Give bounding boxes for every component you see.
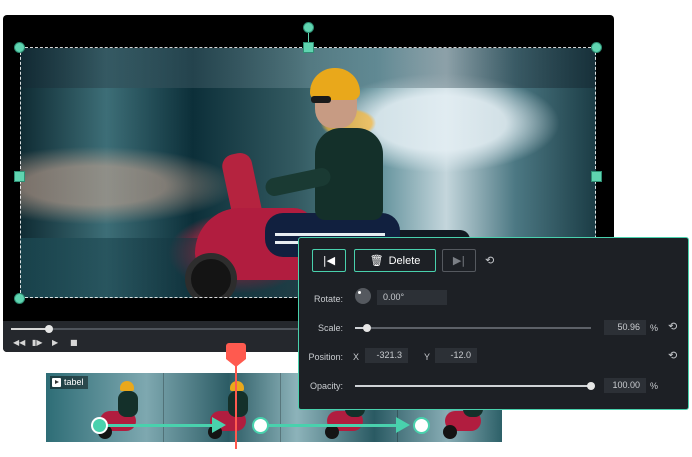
keyframe-motion-path — [106, 424, 216, 427]
trash-icon: 🗑 — [369, 254, 384, 267]
clip-label: tabel — [50, 376, 88, 389]
prev-keyframe-button[interactable]: |◀ — [312, 249, 346, 272]
scale-label: Scale: — [317, 323, 343, 333]
resize-handle-top-left[interactable] — [14, 42, 25, 53]
playhead-handle[interactable] — [226, 343, 246, 367]
prev-keyframe-icon: |◀ — [322, 254, 336, 267]
scrub-progress — [11, 328, 47, 330]
step-frame-icon[interactable]: ▮▶ — [32, 338, 43, 348]
stop-icon[interactable]: ■ — [70, 338, 78, 348]
position-x-label: X — [353, 352, 360, 362]
resize-handle-left[interactable] — [14, 171, 25, 182]
scale-unit: % — [650, 323, 659, 333]
thumbnail-divider — [280, 373, 281, 442]
keyframe-motion-path — [268, 424, 398, 427]
resize-handle-top[interactable] — [303, 42, 314, 53]
next-keyframe-icon: ▶| — [452, 254, 466, 267]
scale-field[interactable]: 50.96 — [604, 320, 646, 335]
opacity-slider-fill — [355, 385, 591, 387]
rotate-handle[interactable] — [303, 22, 314, 33]
keyframe-node[interactable] — [413, 417, 430, 434]
prev-frame-icon[interactable]: ◀◀ — [13, 338, 25, 348]
opacity-slider-handle[interactable] — [587, 382, 595, 390]
resize-handle-right[interactable] — [591, 171, 602, 182]
opacity-slider[interactable] — [355, 382, 595, 390]
scale-slider-handle[interactable] — [362, 324, 371, 332]
position-y-label: Y — [424, 352, 431, 362]
video-clip-icon — [52, 378, 61, 387]
resize-handle-top-right[interactable] — [591, 42, 602, 53]
opacity-label: Opacity: — [309, 381, 343, 391]
rotate-dial[interactable] — [355, 288, 371, 304]
delete-label: Delete — [388, 254, 421, 267]
scrub-bar[interactable] — [11, 325, 301, 333]
scale-slider[interactable] — [355, 324, 591, 332]
reset-position-icon[interactable]: ⟲ — [668, 350, 677, 361]
resize-handle-bottom-left[interactable] — [14, 293, 25, 304]
motion-arrow-icon — [396, 417, 410, 433]
opacity-field[interactable]: 100.00 — [604, 378, 646, 393]
playhead-line — [235, 356, 237, 449]
position-label: Position: — [308, 352, 343, 362]
rotate-label: Rotate: — [313, 294, 343, 304]
opacity-unit: % — [650, 381, 659, 391]
play-icon[interactable]: ▶ — [52, 338, 58, 348]
reset-scale-icon[interactable]: ⟲ — [668, 321, 677, 332]
position-y-field[interactable]: -12.0 — [435, 348, 477, 363]
delete-keyframe-button[interactable]: 🗑 Delete — [354, 249, 436, 272]
scrub-handle[interactable] — [45, 325, 53, 333]
keyframe-node[interactable] — [252, 417, 269, 434]
position-x-field[interactable]: -321.3 — [365, 348, 408, 363]
keyframe-properties-panel: |◀ 🗑 Delete ▶| ⟲ Rotate: 0.00° Scale: 50… — [298, 237, 689, 410]
next-keyframe-button[interactable]: ▶| — [442, 249, 476, 272]
thumbnail-divider — [163, 373, 164, 442]
keyframe-node[interactable] — [91, 417, 108, 434]
motion-arrow-icon — [212, 417, 226, 433]
clip-name: tabel — [64, 377, 84, 387]
reset-keyframes-icon[interactable]: ⟲ — [485, 255, 494, 266]
rotate-field[interactable]: 0.00° — [377, 290, 447, 305]
